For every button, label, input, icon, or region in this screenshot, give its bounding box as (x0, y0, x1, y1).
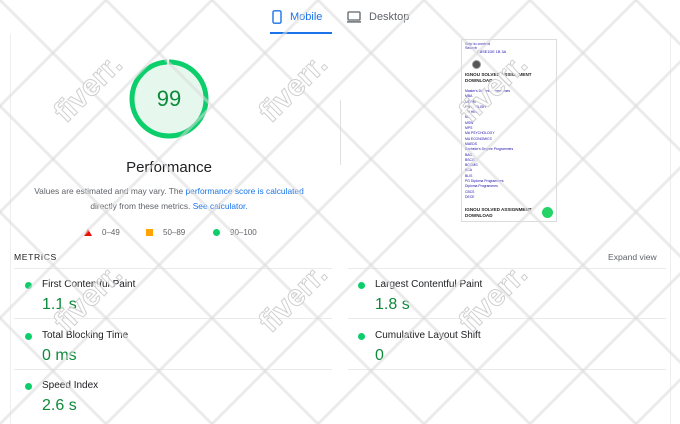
site-logo-icon (472, 60, 481, 69)
thumb-header: Skip to content Search CBSE1DE 1B 3A (465, 42, 506, 55)
metrics-divider (348, 318, 666, 319)
watermark-text: fiverr. (253, 258, 334, 339)
whatsapp-icon (542, 207, 553, 218)
thumb-footer-title: IGNOU SOLVED ASSIGNMENT DOWNLOAD (465, 207, 532, 218)
metrics-divider (14, 318, 332, 319)
divider (340, 100, 341, 165)
score-note: Values are estimated and may vary. The p… (28, 184, 310, 214)
score-calculated-link[interactable]: performance score is calculated (186, 186, 304, 196)
panel-border-left (10, 34, 11, 424)
expand-view-button[interactable]: Expand view (608, 252, 657, 262)
thumb-title: IGNOU SOLVED ASSIGNMENT DOWNLOAD (465, 72, 532, 83)
watermark-text: fiverr. (253, 48, 334, 129)
metric-value: 0 ms (42, 347, 77, 364)
watermark-line (634, 377, 680, 424)
legend-average-range: 50–89 (163, 227, 186, 237)
metric-label: First Contentful Paint (42, 279, 136, 290)
watermark-text: fiverr. (48, 48, 129, 129)
score-note-text-1: Values are estimated and may vary. The (34, 186, 186, 196)
metrics-header: METRICS (14, 252, 57, 262)
triangle-icon (84, 228, 92, 236)
legend-fail: 0–49 (84, 226, 120, 238)
device-tabs: Mobile Desktop (0, 0, 680, 34)
pass-dot-icon (358, 282, 365, 289)
metric-value: 0 (375, 347, 384, 364)
pass-dot-icon (25, 333, 32, 340)
metrics-divider (348, 268, 666, 269)
metric-label: Speed Index (42, 380, 99, 391)
metric-value: 2.6 s (42, 397, 77, 414)
metric-label: Total Blocking Time (42, 330, 129, 341)
metric-label: Largest Contentful Paint (375, 279, 483, 290)
legend-pass: 90–100 (213, 226, 257, 238)
tab-mobile-label: Mobile (290, 11, 323, 23)
page-screenshot-thumbnail[interactable]: Skip to content Search CBSE1DE 1B 3A IGN… (461, 39, 557, 222)
smartphone-icon (272, 10, 282, 24)
metric-value: 1.8 s (375, 296, 410, 313)
tab-mobile[interactable]: Mobile (270, 0, 332, 34)
panel-border-right (670, 34, 671, 424)
circle-icon (213, 228, 220, 236)
thumb-link-list: Master's Degree Programmes MBA MCOM MA E… (465, 89, 555, 200)
watermark-text: fiverr. (453, 258, 534, 339)
watermark-line (634, 0, 680, 47)
pass-dot-icon (25, 282, 32, 289)
legend-pass-range: 90–100 (230, 227, 257, 237)
legend-fail-range: 0–49 (102, 227, 120, 237)
performance-title: Performance (126, 159, 212, 176)
thumb-top-line: CBSE1DE 1B 3A (477, 50, 507, 55)
metrics-divider (14, 268, 332, 269)
see-calculator-link[interactable]: See calculator. (193, 201, 248, 211)
metric-value: 1.1 s (42, 296, 77, 313)
metrics-divider (14, 369, 332, 370)
metrics-divider (348, 369, 666, 370)
tab-desktop-label: Desktop (369, 11, 410, 23)
pass-dot-icon (25, 383, 32, 390)
tab-desktop[interactable]: Desktop (347, 0, 413, 34)
thumb-link: DECE (465, 194, 475, 199)
legend-average: 50–89 (146, 226, 185, 238)
pass-dot-icon (358, 333, 365, 340)
score-note-text-2: directly from these metrics. (90, 201, 193, 211)
performance-score: 99 (156, 86, 182, 111)
metric-label: Cumulative Layout Shift (375, 330, 481, 341)
square-icon (146, 228, 153, 236)
monitor-icon (347, 11, 361, 23)
